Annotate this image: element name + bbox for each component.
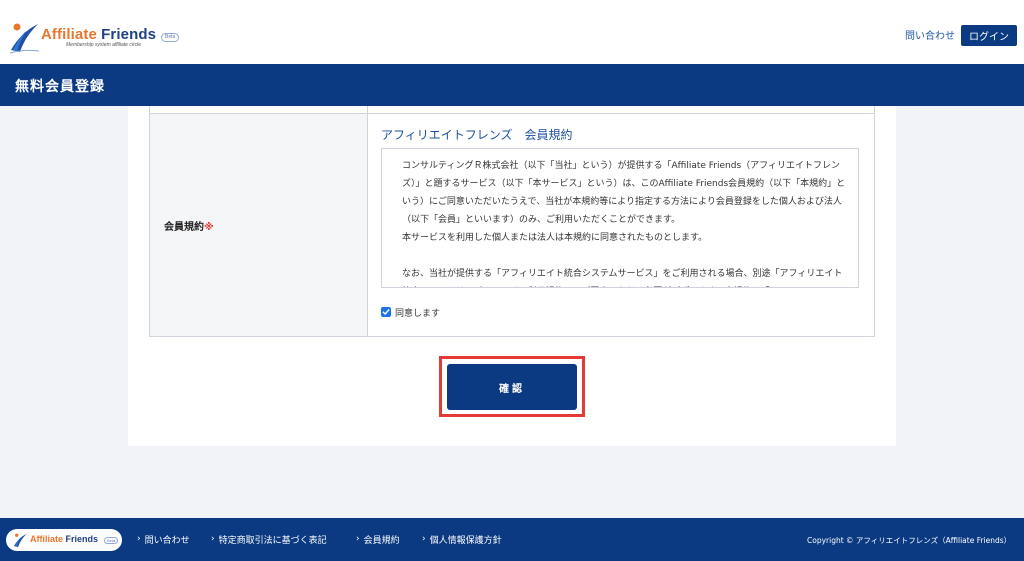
logo-tagline: Membership system affiliate circle (66, 42, 142, 48)
footer-logo-badge: Beta (104, 537, 119, 544)
footer-logo-title: Affiliate Friends (30, 534, 99, 544)
terms-heading: アフィリエイトフレンズ 会員規約 (381, 128, 573, 142)
footer-link-commercial-law[interactable]: › 特定商取引法に基づく表記 (211, 533, 327, 546)
figure-logo-icon (13, 533, 27, 548)
footer-link-terms[interactable]: › 会員規約 (356, 533, 400, 546)
terms-paragraph: 本サービスを利用した個人または法人は本規約に同意されたものとします。 (402, 233, 708, 243)
agree-label: 同意します (395, 308, 441, 319)
chevron-right-icon: › (211, 534, 215, 544)
agree-checkbox[interactable] (381, 307, 391, 317)
terms-row-label: 会員規約※ (164, 222, 214, 233)
terms-paragraph: コンサルティングＲ株式会社（以下「当社」という）が提供する「Affiliate … (402, 161, 846, 225)
terms-text: コンサルティングＲ株式会社（以下「当社」という）が提供する「Affiliate … (402, 157, 846, 287)
site-logo[interactable]: Affiliate Friends Membership system affi… (8, 20, 180, 54)
contact-link[interactable]: 問い合わせ (905, 27, 955, 42)
terms-scroll-box[interactable]: コンサルティングＲ株式会社（以下「当社」という）が提供する「Affiliate … (381, 148, 859, 288)
title-bar: 無料会員登録 (0, 64, 1024, 106)
agree-checkbox-row[interactable]: 同意します (381, 305, 440, 319)
confirm-button[interactable]: 確認 (447, 364, 577, 410)
page-title: 無料会員登録 (15, 79, 105, 95)
login-button[interactable]: ログイン (961, 25, 1017, 46)
required-mark: ※ (204, 222, 214, 233)
chevron-right-icon: › (137, 534, 141, 544)
terms-paragraph: なお、当社が提供する「アフィリエイト統合システムサービス」をご利用される場合、別… (402, 269, 843, 279)
footer-link-contact[interactable]: › 問い合わせ (137, 533, 190, 546)
column-divider (367, 106, 368, 337)
chevron-right-icon: › (356, 534, 360, 544)
checkmark-icon (382, 309, 390, 315)
logo-badge: Beta (161, 33, 180, 42)
footer-link-privacy[interactable]: › 個人情報保護方針 (422, 533, 502, 546)
footer-logo[interactable]: Affiliate Friends Beta (6, 529, 122, 551)
logo-title: Affiliate Friends (41, 26, 157, 43)
site-header: Affiliate Friends Membership system affi… (0, 0, 1024, 64)
figure-logo-icon (9, 23, 40, 54)
chevron-right-icon: › (422, 534, 426, 544)
copyright: Copyright © アフィリエイトフレンズ（Affiliate Friend… (807, 536, 1012, 545)
